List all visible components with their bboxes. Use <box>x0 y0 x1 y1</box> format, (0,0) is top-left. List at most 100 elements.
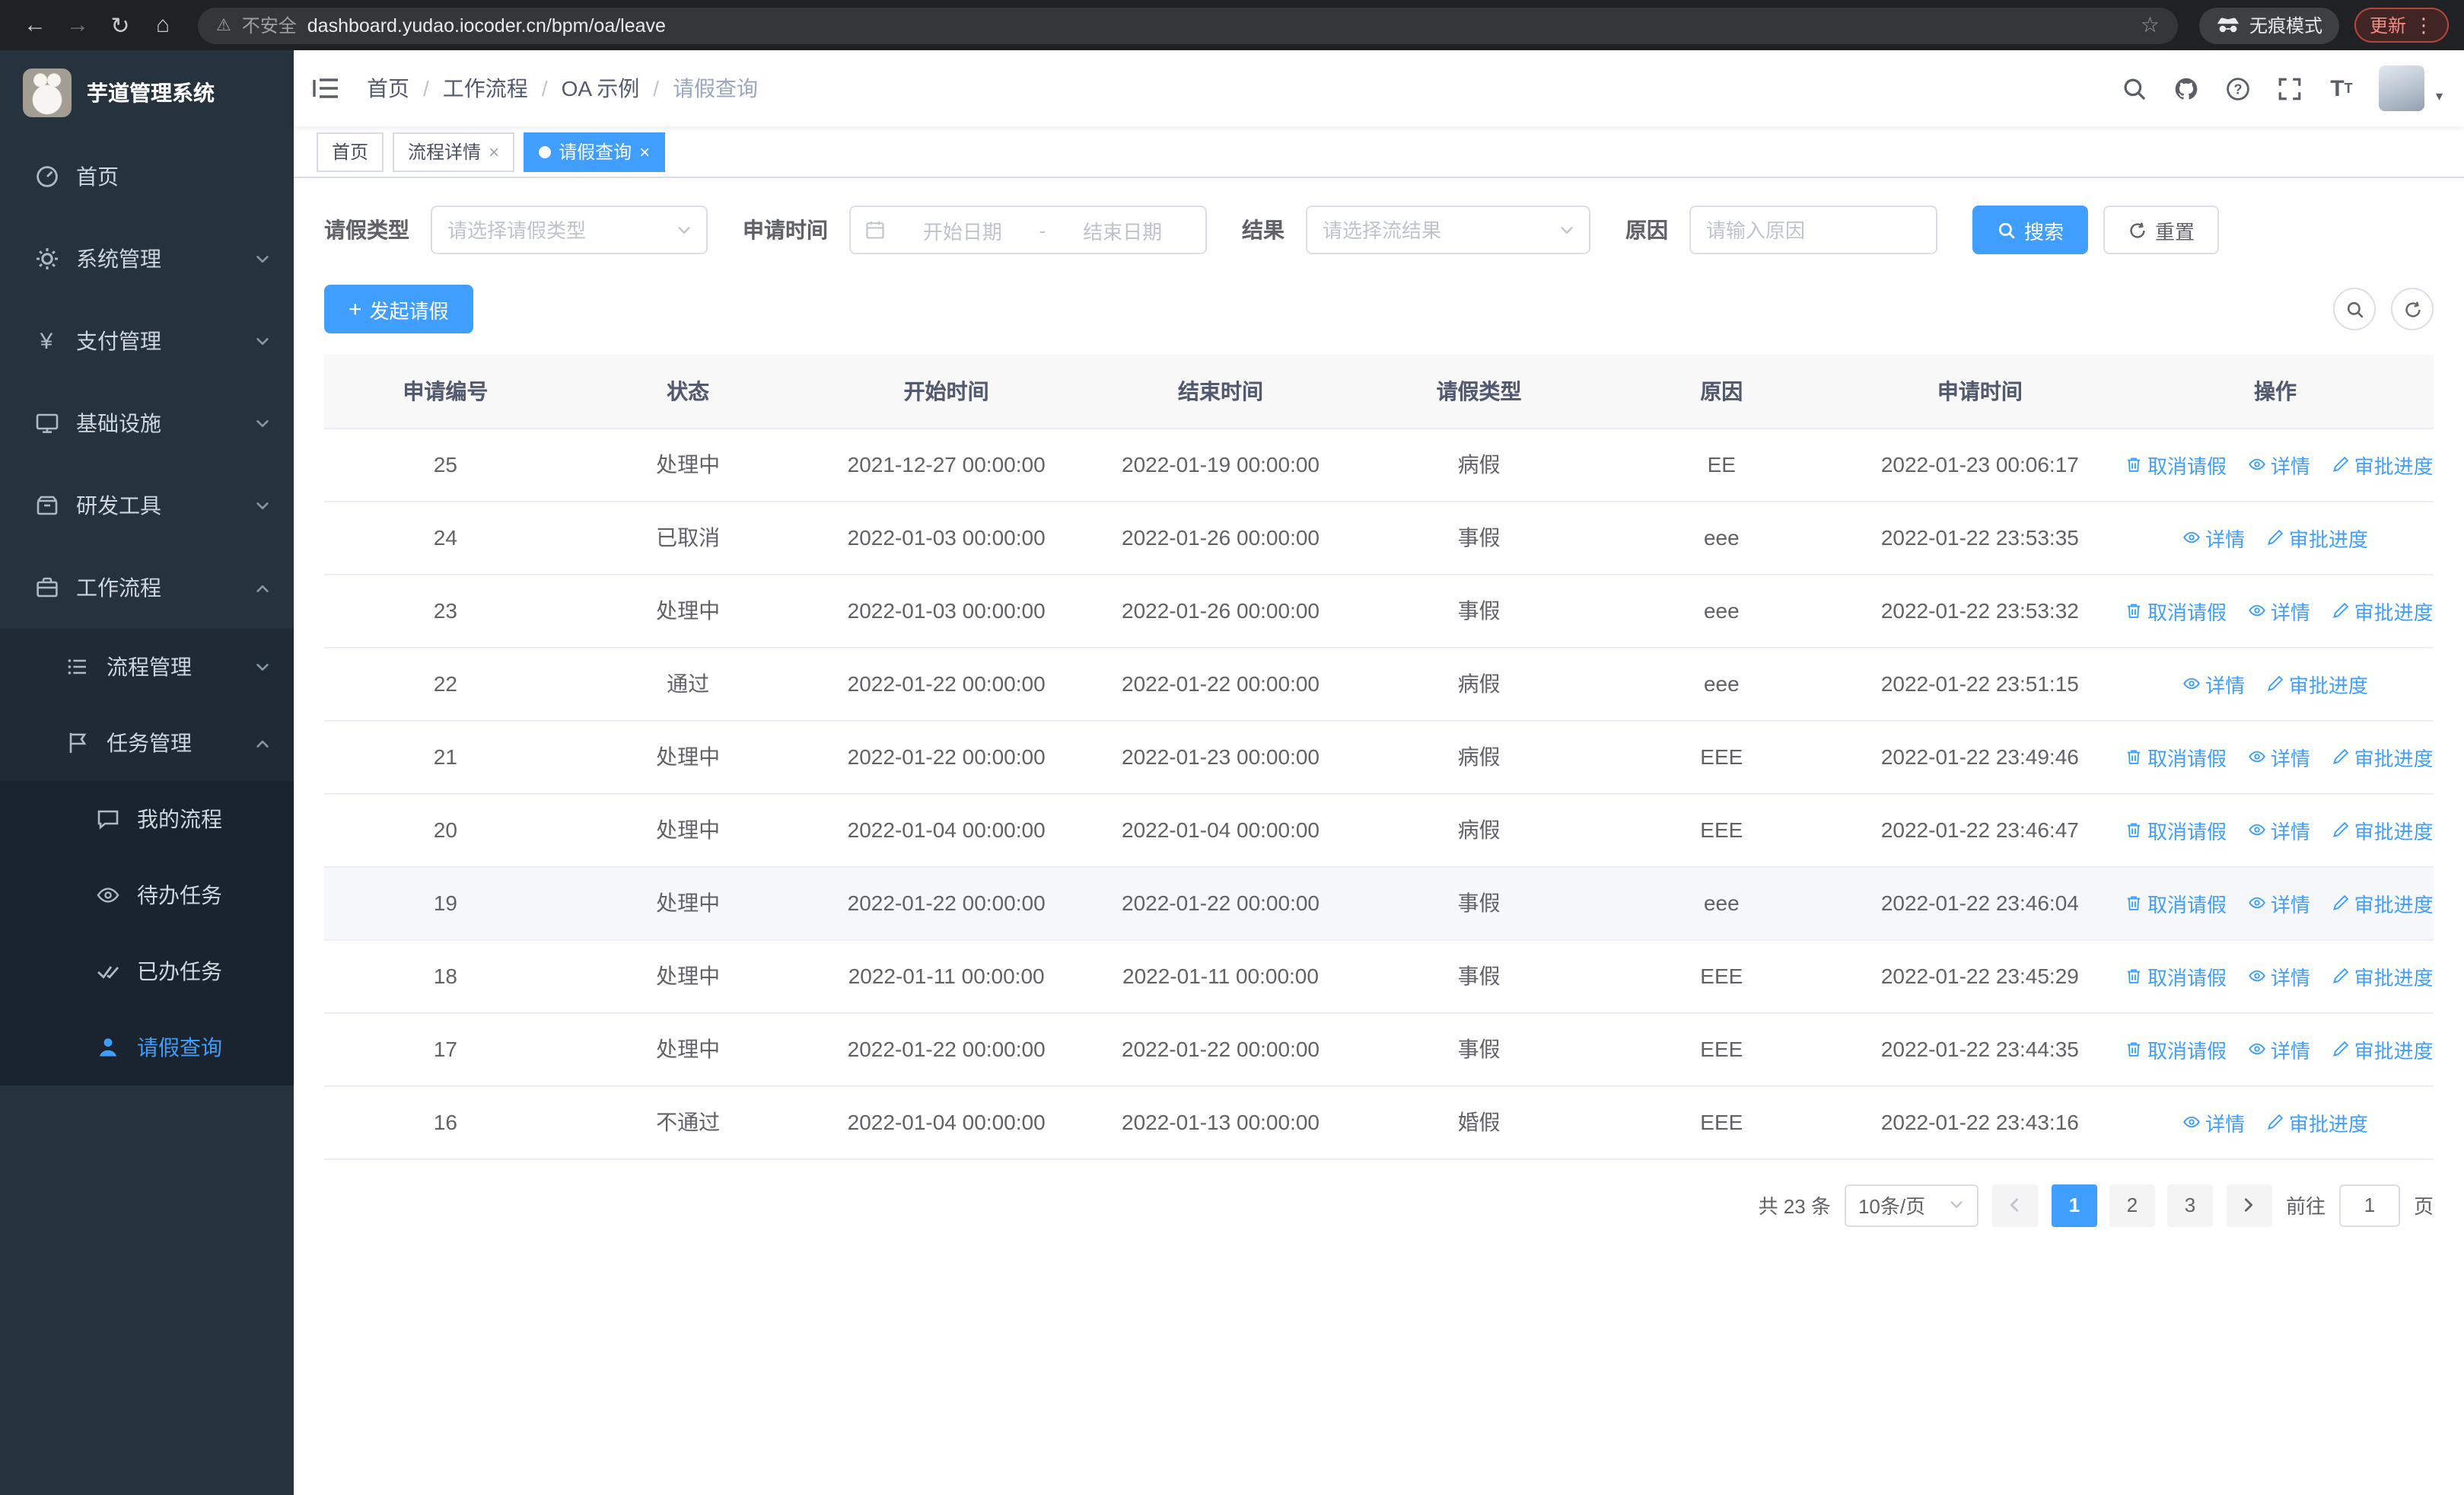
col-actions: 操作 <box>2117 355 2434 429</box>
breadcrumb-workflow[interactable]: 工作流程 <box>409 73 528 104</box>
tab-home[interactable]: 首页 <box>317 132 384 171</box>
reason-field[interactable] <box>1689 206 1937 254</box>
apply-time-range-picker[interactable]: 开始日期 - 结束日期 <box>849 206 1207 254</box>
sidebar-item-workflow[interactable]: 工作流程 <box>0 547 294 629</box>
edit-icon <box>2332 601 2350 620</box>
toggle-search-button[interactable] <box>2333 288 2376 330</box>
cancel-leave-link[interactable]: 取消请假 <box>2125 742 2227 771</box>
sidebar-item-process-management[interactable]: 流程管理 <box>0 629 294 705</box>
cell-start-time: 2022-01-11 00:00:00 <box>809 939 1084 1013</box>
page-button-2[interactable]: 2 <box>2109 1184 2155 1226</box>
collapse-sidebar-icon[interactable] <box>312 72 345 105</box>
detail-link[interactable]: 详情 <box>2248 596 2310 625</box>
briefcase-icon <box>33 575 59 601</box>
sidebar-item-my-process[interactable]: 我的流程 <box>0 781 294 857</box>
cancel-leave-link[interactable]: 取消请假 <box>2125 888 2227 917</box>
cancel-leave-link[interactable]: 取消请假 <box>2125 961 2227 990</box>
warning-icon: ⚠ <box>216 17 231 35</box>
cell-reason: EEE <box>1600 1012 1843 1086</box>
detail-link[interactable]: 详情 <box>2248 815 2310 844</box>
dashboard-icon <box>33 164 59 190</box>
sidebar-item-leave-query[interactable]: 请假查询 <box>0 1009 294 1085</box>
cell-reason: eee <box>1600 866 1843 940</box>
leave-type-select[interactable] <box>431 206 708 254</box>
reset-button[interactable]: 重置 <box>2103 206 2220 254</box>
detail-link[interactable]: 详情 <box>2248 961 2310 990</box>
gear-icon <box>33 246 59 272</box>
approval-progress-link[interactable]: 审批进度 <box>2332 815 2434 844</box>
goto-page-input[interactable] <box>2338 1184 2400 1226</box>
help-icon[interactable]: ? <box>2215 65 2261 111</box>
detail-link[interactable]: 详情 <box>2248 450 2310 479</box>
cancel-leave-link[interactable]: 取消请假 <box>2125 596 2227 625</box>
sidebar-item-infrastructure[interactable]: 基础设施 <box>0 382 294 464</box>
refresh-table-button[interactable] <box>2391 288 2434 330</box>
detail-link[interactable]: 详情 <box>2248 742 2310 771</box>
fullscreen-icon[interactable] <box>2267 65 2313 111</box>
create-leave-button[interactable]: + 发起请假 <box>324 285 473 333</box>
forward-icon[interactable]: → <box>58 5 97 45</box>
leave-type-input[interactable] <box>432 207 676 253</box>
search-icon[interactable] <box>2112 65 2157 111</box>
end-date-input[interactable]: 结束日期 <box>1053 215 1192 244</box>
close-icon[interactable]: × <box>489 142 499 161</box>
cell-id: 21 <box>324 720 567 794</box>
app-logo[interactable]: 芋道管理系统 <box>0 50 294 135</box>
approval-progress-link[interactable]: 审批进度 <box>2266 669 2368 698</box>
page-size-select[interactable]: 10条/页 <box>1844 1184 1979 1226</box>
cancel-leave-link[interactable]: 取消请假 <box>2125 815 2227 844</box>
reload-icon[interactable]: ↻ <box>100 5 140 45</box>
next-page-button[interactable] <box>2226 1184 2272 1226</box>
bookmark-star-icon[interactable]: ☆ <box>2141 12 2160 38</box>
prev-page-button[interactable] <box>1991 1184 2038 1226</box>
result-select[interactable] <box>1306 206 1590 254</box>
detail-link[interactable]: 详情 <box>2182 669 2245 698</box>
tab-leave-query[interactable]: 请假查询 × <box>524 132 666 171</box>
page-button-3[interactable]: 3 <box>2166 1184 2213 1226</box>
cancel-leave-link[interactable]: 取消请假 <box>2125 1034 2227 1063</box>
detail-link[interactable]: 详情 <box>2248 888 2310 917</box>
sidebar-item-payment[interactable]: ¥ 支付管理 <box>0 300 294 382</box>
reason-input[interactable] <box>1691 207 1936 253</box>
approval-progress-link[interactable]: 审批进度 <box>2266 523 2368 552</box>
browser-menu-icon[interactable]: ⋮ <box>2414 13 2434 37</box>
breadcrumb-home[interactable]: 首页 <box>367 73 409 104</box>
breadcrumb-oa-example[interactable]: OA 示例 <box>528 73 640 104</box>
update-button[interactable]: 更新 ⋮ <box>2354 8 2449 43</box>
close-icon[interactable]: × <box>639 142 650 161</box>
detail-link[interactable]: 详情 <box>2248 1034 2310 1063</box>
detail-link[interactable]: 详情 <box>2182 1108 2245 1136</box>
approval-progress-link[interactable]: 审批进度 <box>2332 1034 2434 1063</box>
table-toolbar: + 发起请假 <box>324 285 2434 333</box>
page-button-1[interactable]: 1 <box>2051 1184 2097 1226</box>
back-icon[interactable]: ← <box>15 5 55 45</box>
sidebar-item-devtools[interactable]: 研发工具 <box>0 464 294 547</box>
url-bar[interactable]: ⚠ 不安全 dashboard.yudao.iocoder.cn/bpm/oa/… <box>198 7 2178 43</box>
detail-link[interactable]: 详情 <box>2182 523 2245 552</box>
sidebar-item-home[interactable]: 首页 <box>0 135 294 218</box>
caret-down-icon[interactable]: ▾ <box>2436 88 2443 111</box>
security-label[interactable]: 不安全 <box>242 12 297 38</box>
approval-progress-link[interactable]: 审批进度 <box>2332 450 2434 479</box>
url-text[interactable]: dashboard.yudao.iocoder.cn/bpm/oa/leave <box>307 14 2130 36</box>
sidebar-item-task-management[interactable]: 任务管理 <box>0 705 294 781</box>
approval-progress-link[interactable]: 审批进度 <box>2332 596 2434 625</box>
edit-icon <box>2332 1040 2350 1058</box>
start-date-input[interactable]: 开始日期 <box>893 215 1032 244</box>
font-size-icon[interactable]: TT <box>2319 65 2364 111</box>
github-icon[interactable] <box>2163 65 2209 111</box>
tab-process-detail[interactable]: 流程详情 × <box>393 132 515 171</box>
approval-progress-link[interactable]: 审批进度 <box>2332 961 2434 990</box>
user-avatar[interactable] <box>2379 65 2425 111</box>
approval-progress-link[interactable]: 审批进度 <box>2266 1108 2368 1136</box>
search-button[interactable]: 搜索 <box>1972 206 2089 254</box>
col-start-time: 开始时间 <box>809 355 1084 429</box>
sidebar-item-system[interactable]: 系统管理 <box>0 218 294 300</box>
result-input[interactable] <box>1307 207 1558 253</box>
cancel-leave-link[interactable]: 取消请假 <box>2125 450 2227 479</box>
sidebar-item-done-tasks[interactable]: 已办任务 <box>0 933 294 1009</box>
approval-progress-link[interactable]: 审批进度 <box>2332 888 2434 917</box>
approval-progress-link[interactable]: 审批进度 <box>2332 742 2434 771</box>
home-icon[interactable]: ⌂ <box>143 5 183 45</box>
sidebar-item-todo-tasks[interactable]: 待办任务 <box>0 857 294 933</box>
